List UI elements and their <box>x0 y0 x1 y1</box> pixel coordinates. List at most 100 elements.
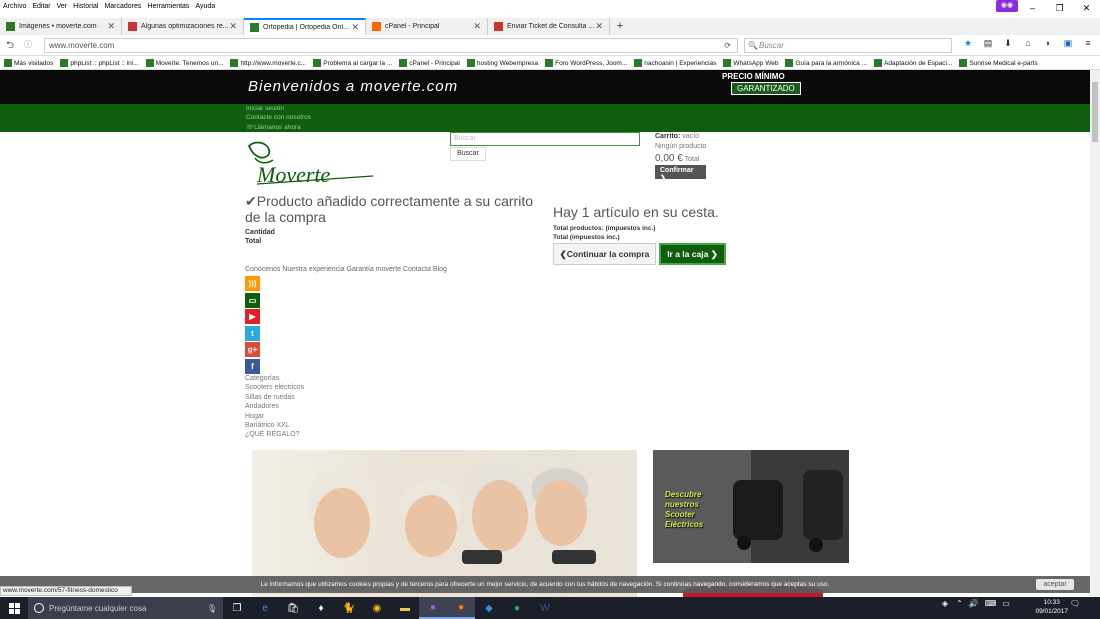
chrome-icon[interactable]: ◉ <box>363 597 391 619</box>
category-link[interactable]: Bariátrico XXL <box>245 421 304 430</box>
bookmark-item[interactable]: Problema al cargar la ... <box>313 59 392 67</box>
bookmark-item[interactable]: Adaptación de Espaci... <box>874 59 952 67</box>
close-tab-icon[interactable]: ✕ <box>107 21 115 32</box>
keyboard-icon[interactable]: ⌨ <box>985 599 997 608</box>
bookmark-item[interactable]: Moverte. Tenemos un... <box>145 59 223 67</box>
bookmark-item[interactable]: phpList :: phpList :: ini... <box>60 59 139 67</box>
display-icon[interactable]: ▭ <box>1002 599 1010 608</box>
page-scrollbar[interactable] <box>1090 70 1100 600</box>
bookmark-icon <box>4 59 12 67</box>
spotify-icon[interactable]: ● <box>503 597 531 619</box>
browser-tab[interactable]: Imágenes • moverte.com ✕ <box>0 18 122 35</box>
volume-icon[interactable]: 🔊 <box>969 599 979 608</box>
bookmark-star-icon[interactable]: ★ <box>958 38 978 49</box>
browser-tab[interactable]: Algunas optimizaciones re... ✕ <box>122 18 244 35</box>
menu-item[interactable]: Historial <box>73 3 98 10</box>
up-arrow-icon[interactable]: ⌃ <box>956 599 963 608</box>
cart-summary[interactable]: Carrito: vacío Ningún producto 0,00 € To… <box>655 132 706 165</box>
browser-tab[interactable]: Enviar Ticket de Consulta ... ✕ <box>488 18 610 35</box>
site-search-input[interactable]: Buscar <box>450 132 640 146</box>
category-link[interactable]: Hogar <box>245 412 304 421</box>
favicon-icon <box>250 23 259 32</box>
explorer-icon[interactable]: ▬ <box>391 597 419 619</box>
windows-start-icon[interactable] <box>0 597 28 619</box>
firefox-icon[interactable]: ● <box>447 597 475 619</box>
library-icon[interactable]: ▤ <box>978 38 998 49</box>
browser-tab[interactable]: cPanel - Principal ✕ <box>366 18 488 35</box>
scroll-thumb[interactable] <box>1092 82 1098 142</box>
close-tab-icon[interactable]: ✕ <box>351 22 359 33</box>
close-tab-icon[interactable]: ✕ <box>473 21 481 32</box>
category-link[interactable]: Andadores <box>245 402 304 411</box>
download-icon[interactable]: ⬇ <box>998 38 1018 49</box>
bookmark-item[interactable]: hosting Webempresa <box>466 59 538 67</box>
home-icon[interactable]: ⌂ <box>1018 38 1038 49</box>
hamburger-menu-icon[interactable]: ≡ <box>1078 38 1098 49</box>
twitter-icon[interactable]: t <box>245 325 260 341</box>
cookie-accept-button[interactable]: aceptar <box>1036 579 1074 590</box>
youtube-icon[interactable]: ▶ <box>245 309 260 324</box>
continue-shopping-button[interactable]: ❮Continuar la compra <box>553 243 656 265</box>
cortana-search[interactable]: Pregúntame cualquier cosa 🎙 <box>28 597 223 619</box>
taskbar-clock[interactable]: 10:33 09/01/2017 <box>1035 598 1068 616</box>
menu-item[interactable]: Editar <box>32 3 50 10</box>
login-link[interactable]: Iniciar sesión <box>246 105 284 112</box>
close-window-button[interactable]: ✕ <box>1073 0 1100 16</box>
chat-icon[interactable]: ▭ <box>245 292 260 308</box>
network-icon[interactable]: ◈ <box>942 599 948 608</box>
garantizado-badge: GARANTIZADO <box>731 82 801 95</box>
back-icon[interactable]: ⮌ <box>6 38 14 55</box>
task-view-icon[interactable]: ❐ <box>223 597 251 619</box>
firefox-private-icon[interactable]: ● <box>419 597 447 619</box>
dropbox-icon[interactable]: ◆ <box>475 597 503 619</box>
url-bar[interactable]: www.moverte.com ⟳ <box>44 38 738 53</box>
call-link[interactable]: ☏Llámanos ahora <box>246 123 301 131</box>
contact-link[interactable]: Contacte con nosotros <box>246 114 311 121</box>
bookmark-item[interactable]: nachoasin | Experiencias <box>634 59 716 67</box>
category-link[interactable]: Scooters eléctricos <box>245 383 304 392</box>
reload-icon[interactable]: ⟳ <box>724 39 731 52</box>
checkout-button[interactable]: Ir a la caja ❯ <box>659 243 726 265</box>
microphone-icon[interactable]: 🎙 <box>207 604 217 613</box>
info-icon[interactable]: ⓘ <box>24 39 32 50</box>
close-tab-icon[interactable]: ✕ <box>595 21 603 32</box>
site-search-button[interactable]: Buscar <box>450 147 486 161</box>
minimize-button[interactable]: – <box>1019 0 1046 16</box>
bookmark-item[interactable]: Más visitados <box>4 59 53 67</box>
store-icon[interactable]: 🛍 <box>279 597 307 619</box>
category-link[interactable]: Sillas de ruedas <box>245 393 304 402</box>
confirm-button[interactable]: Confirmar ❯ <box>655 165 706 182</box>
new-tab-button[interactable]: + <box>610 18 630 35</box>
moverte-logo[interactable]: Moverte <box>245 140 375 186</box>
notification-icon[interactable]: 🗨 <box>1070 599 1080 608</box>
menu-item[interactable]: Archivo <box>3 3 26 10</box>
maximize-button[interactable]: ❐ <box>1046 0 1073 16</box>
browser-search-input[interactable]: 🔍 Buscar <box>744 38 952 53</box>
cat-icon[interactable]: 🐈 <box>335 597 363 619</box>
bookmark-item[interactable]: Guía para la armónica ... <box>785 59 867 67</box>
bookmark-item[interactable]: http://www.moverte.c... <box>230 59 306 67</box>
edge-icon[interactable]: e <box>251 597 279 619</box>
app-icon[interactable]: ♦ <box>307 597 335 619</box>
menu-item[interactable]: Ayuda <box>195 3 215 10</box>
footer-links[interactable]: Conócenos Nuestra experiencia Garantía m… <box>245 266 447 273</box>
word-icon[interactable]: W <box>531 597 559 619</box>
bookmark-item[interactable]: cPanel - Principal <box>399 59 460 67</box>
google-plus-icon[interactable]: g+ <box>245 342 260 357</box>
scooter-promo-banner[interactable]: Descubre nuestros Scooter Eléctricos <box>653 450 849 563</box>
facebook-icon[interactable]: f <box>245 358 260 374</box>
close-tab-icon[interactable]: ✕ <box>229 21 237 32</box>
bookmark-item[interactable]: WhatsApp Web <box>723 59 778 67</box>
bookmark-item[interactable]: Sunrise Medical e-parts <box>959 59 1038 67</box>
category-link[interactable]: ¿QUÉ REGALO? <box>245 430 304 439</box>
menu-item[interactable]: Marcadores <box>104 3 141 10</box>
menu-item[interactable]: Herramientas <box>147 3 189 10</box>
extension-icon[interactable]: ▣ <box>1058 38 1078 49</box>
menu-item[interactable]: Ver <box>57 3 68 10</box>
rss-icon[interactable]: ))) <box>245 276 260 291</box>
added-message: ✔Producto añadido correctamente a su car… <box>245 193 533 225</box>
bookmark-label: Más visitados <box>14 59 54 67</box>
browser-tab[interactable]: Ortopedia | Ortopedia Onl... ✕ <box>244 18 366 35</box>
bookmark-item[interactable]: Foro WordPress, Joom... <box>545 59 627 67</box>
pocket-icon[interactable]: ◗ <box>1038 38 1058 49</box>
